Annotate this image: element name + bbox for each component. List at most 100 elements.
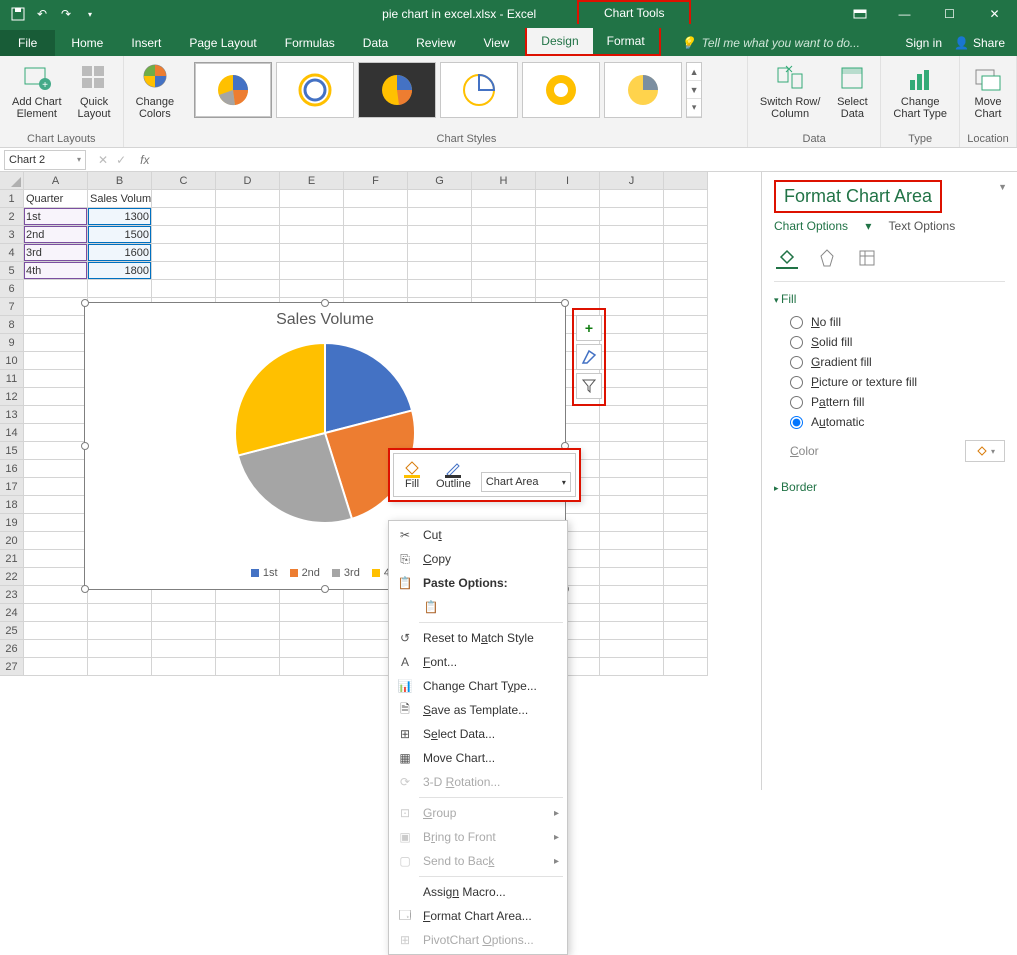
- cell[interactable]: [216, 622, 280, 640]
- col-header[interactable]: J: [600, 172, 664, 190]
- col-header[interactable]: D: [216, 172, 280, 190]
- mini-outline-button[interactable]: Outline: [432, 458, 475, 492]
- section-fill[interactable]: Fill: [774, 292, 1005, 306]
- col-header[interactable]: B: [88, 172, 152, 190]
- style-thumb-4[interactable]: [440, 62, 518, 118]
- row-header[interactable]: 17: [0, 478, 24, 496]
- cell[interactable]: [24, 460, 88, 478]
- cell[interactable]: [472, 262, 536, 280]
- cell[interactable]: [152, 208, 216, 226]
- tab-file[interactable]: File: [0, 30, 55, 56]
- cell[interactable]: [24, 640, 88, 658]
- pane-tab-text-options[interactable]: Text Options: [889, 219, 956, 233]
- cell[interactable]: [664, 226, 708, 244]
- cell[interactable]: [24, 622, 88, 640]
- row-header[interactable]: 18: [0, 496, 24, 514]
- cell[interactable]: [152, 244, 216, 262]
- cell[interactable]: [664, 244, 708, 262]
- cell[interactable]: Sales Volume: [88, 190, 152, 208]
- cell[interactable]: [24, 334, 88, 352]
- fx-icon[interactable]: fx: [134, 153, 155, 167]
- col-header[interactable]: F: [344, 172, 408, 190]
- cell[interactable]: 1500: [88, 226, 152, 244]
- tab-design[interactable]: Design: [527, 28, 592, 54]
- legend-item[interactable]: 3rd: [332, 567, 360, 579]
- style-thumb-5[interactable]: [522, 62, 600, 118]
- cell[interactable]: 2nd: [24, 226, 88, 244]
- cell[interactable]: [536, 244, 600, 262]
- legend-item[interactable]: 2nd: [290, 567, 320, 579]
- ctx-assign-macro[interactable]: Assign Macro...: [389, 880, 567, 904]
- ctx-select-data[interactable]: ⊞Select Data...: [389, 722, 567, 746]
- cell[interactable]: [664, 370, 708, 388]
- cell[interactable]: [408, 190, 472, 208]
- cell[interactable]: [152, 604, 216, 622]
- cell[interactable]: [600, 370, 664, 388]
- cell[interactable]: [408, 262, 472, 280]
- chart-style-gallery[interactable]: ▲▼▾: [192, 60, 741, 120]
- cell[interactable]: [152, 658, 216, 676]
- pane-tab-chart-options[interactable]: Chart Options ▾: [774, 219, 871, 233]
- cell[interactable]: [600, 190, 664, 208]
- cell[interactable]: [24, 586, 88, 604]
- cell[interactable]: 4th: [24, 262, 88, 280]
- cell[interactable]: [408, 226, 472, 244]
- cell[interactable]: [600, 604, 664, 622]
- col-header[interactable]: I: [536, 172, 600, 190]
- cell[interactable]: [216, 226, 280, 244]
- minimize-icon[interactable]: —: [882, 0, 927, 28]
- select-all-triangle[interactable]: [0, 172, 24, 190]
- row-header[interactable]: 14: [0, 424, 24, 442]
- ctx-change-chart-type[interactable]: 📊Change Chart Type...: [389, 674, 567, 698]
- cell[interactable]: [24, 316, 88, 334]
- cell[interactable]: [600, 280, 664, 298]
- row-header[interactable]: 26: [0, 640, 24, 658]
- cell[interactable]: [280, 640, 344, 658]
- save-icon[interactable]: [8, 4, 28, 24]
- style-thumb-3[interactable]: [358, 62, 436, 118]
- radio-solid-fill[interactable]: Solid fill: [774, 332, 1005, 352]
- cell[interactable]: [664, 658, 708, 676]
- radio-picture-fill[interactable]: Picture or texture fill: [774, 372, 1005, 392]
- tab-home[interactable]: Home: [57, 30, 117, 56]
- row-header[interactable]: 11: [0, 370, 24, 388]
- gallery-scroll[interactable]: ▲▼▾: [686, 62, 702, 118]
- cell[interactable]: [280, 604, 344, 622]
- name-box[interactable]: Chart 2▾: [4, 150, 86, 170]
- row-header[interactable]: 3: [0, 226, 24, 244]
- cell[interactable]: [600, 352, 664, 370]
- cell[interactable]: [664, 514, 708, 532]
- cell[interactable]: [664, 316, 708, 334]
- maximize-icon[interactable]: ☐: [927, 0, 972, 28]
- row-header[interactable]: 23: [0, 586, 24, 604]
- cell[interactable]: [24, 370, 88, 388]
- cell[interactable]: [216, 640, 280, 658]
- cell[interactable]: [600, 406, 664, 424]
- row-header[interactable]: 21: [0, 550, 24, 568]
- cell[interactable]: [280, 208, 344, 226]
- cell[interactable]: [152, 190, 216, 208]
- radio-no-fill[interactable]: No fill: [774, 312, 1005, 332]
- cell[interactable]: [408, 208, 472, 226]
- mini-element-selector[interactable]: Chart Area▾: [481, 472, 571, 492]
- cell[interactable]: [664, 442, 708, 460]
- row-header[interactable]: 13: [0, 406, 24, 424]
- cell[interactable]: [408, 244, 472, 262]
- tab-format[interactable]: Format: [593, 28, 659, 54]
- cell[interactable]: [344, 280, 408, 298]
- cell[interactable]: [88, 622, 152, 640]
- cell[interactable]: [280, 658, 344, 676]
- mini-fill-button[interactable]: Fill: [398, 458, 426, 492]
- cell[interactable]: [600, 460, 664, 478]
- row-header[interactable]: 9: [0, 334, 24, 352]
- cell[interactable]: [472, 208, 536, 226]
- pie-chart[interactable]: [215, 333, 435, 533]
- cell[interactable]: [600, 550, 664, 568]
- cell[interactable]: [152, 622, 216, 640]
- cell[interactable]: [600, 622, 664, 640]
- col-header[interactable]: A: [24, 172, 88, 190]
- cell[interactable]: [600, 514, 664, 532]
- cell[interactable]: [24, 532, 88, 550]
- cell[interactable]: [472, 244, 536, 262]
- row-header[interactable]: 16: [0, 460, 24, 478]
